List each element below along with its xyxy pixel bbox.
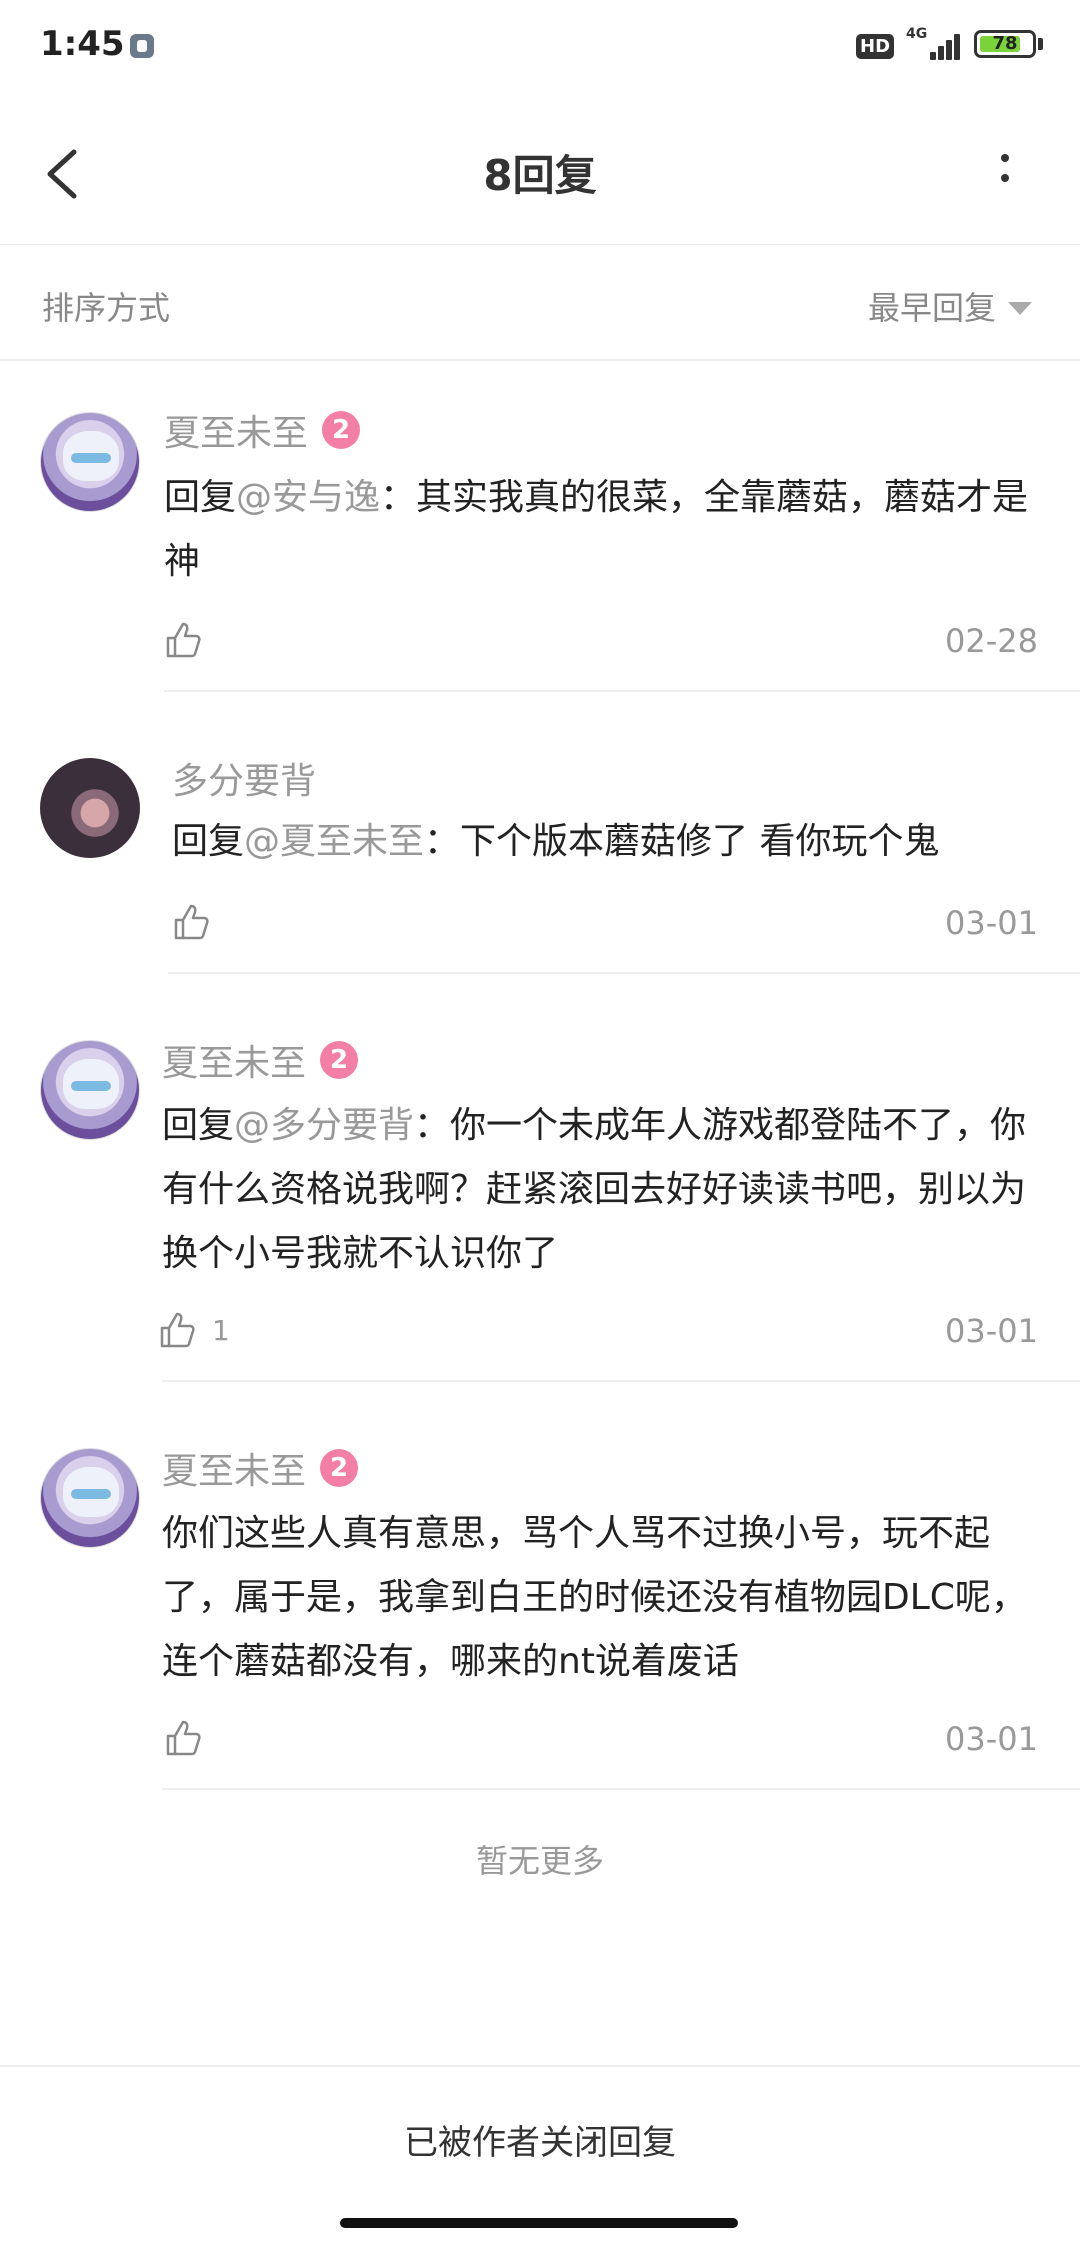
page-title: 8回复 [483,151,597,200]
reply-text: 你们这些人真有意思，骂个人骂不过换小号，玩不起了，属于是，我拿到白王的时候还没有… [162,1513,1027,1682]
reply-date: 03-01 [945,1720,1038,1758]
sort-dropdown[interactable]: 最早回复 [868,283,1032,329]
thumbs-up-icon[interactable] [172,902,212,942]
username[interactable]: 多分要背 [172,752,316,804]
mention-link[interactable]: @安与逸 [236,477,380,518]
username-row: 夏至未至 2 [162,1442,359,1494]
no-more-label: 暂无更多 [475,1842,604,1880]
like-count: 1 [212,1314,230,1347]
avatar[interactable] [40,1040,140,1140]
reply-content[interactable]: 回复@安与逸：其实我真的很菜，全靠蘑菇，蘑菇才是神 [164,466,1044,594]
username[interactable]: 夏至未至 [164,404,308,456]
more-vertical-icon [1001,154,1009,162]
reply-item[interactable]: 夏至未至 2 你们这些人真有意思，骂个人骂不过换小号，玩不起了，属于是，我拿到白… [0,1382,1080,1792]
reply-date: 03-01 [945,904,1038,942]
caret-down-icon [1008,301,1032,315]
avatar[interactable] [40,412,140,512]
username-row: 多分要背 [172,752,316,804]
notification-app-icon [130,34,154,58]
header: 8回复 [0,96,1080,245]
level-badge: 2 [322,411,361,449]
bottom-bar: 已被作者关闭回复 [0,2065,1080,2207]
sort-bar: 排序方式 最早回复 [0,245,1080,361]
reply-content[interactable]: 你们这些人真有意思，骂个人骂不过换小号，玩不起了，属于是，我拿到白王的时候还没有… [162,1502,1040,1694]
level-badge: 2 [320,1449,359,1487]
reply-item[interactable]: 夏至未至 2 回复@多分要背：你一个未成年人游戏都登陆不了，你有什么资格说我啊？… [0,974,1080,1382]
thumbs-up-icon[interactable] [164,1718,204,1758]
thumbs-up-icon[interactable] [158,1310,198,1350]
battery-tip [1038,38,1043,50]
reply-prefix: 回复 [172,821,245,862]
username-row: 夏至未至 2 [162,1034,359,1086]
status-time: 1:45 [40,24,125,64]
mention-link[interactable]: @夏至未至 [244,821,424,862]
reply-content[interactable]: 回复@夏至未至：下个版本蘑菇修了 看你玩个鬼 [172,810,1042,874]
level-badge: 2 [320,1041,359,1079]
avatar[interactable] [40,1448,140,1548]
reply-prefix: 回复 [162,1105,235,1146]
replies-closed-label: 已被作者关闭回复 [404,2123,676,2163]
sort-label: 排序方式 [42,289,171,327]
reply-date: 02-28 [945,622,1038,660]
thumbs-up-icon[interactable] [164,620,204,660]
battery-level: 78 [992,33,1018,54]
home-indicator[interactable] [340,2218,738,2228]
sort-value: 最早回复 [867,289,996,327]
avatar[interactable] [40,758,140,858]
reply-content[interactable]: 回复@多分要背：你一个未成年人游戏都登陆不了，你有什么资格说我啊？赶紧滚回去好好… [162,1094,1040,1286]
status-bar: 1:45 HD 4G 78 [0,0,1080,96]
username-row: 夏至未至 2 [164,404,361,456]
more-button[interactable] [985,144,1025,204]
reply-prefix: 回复 [164,477,237,518]
battery-icon: 78 [974,30,1036,58]
reply-item[interactable]: 夏至未至 2 回复@安与逸：其实我真的很菜，全靠蘑菇，蘑菇才是神 02-28 [0,360,1080,692]
signal-icon [922,30,962,60]
username[interactable]: 夏至未至 [162,1034,306,1086]
reply-text: ：下个版本蘑菇修了 看你玩个鬼 [424,821,940,862]
hd-icon: HD [856,34,895,59]
mention-link[interactable]: @多分要背 [234,1105,414,1146]
reply-item[interactable]: 多分要背 回复@夏至未至：下个版本蘑菇修了 看你玩个鬼 03-01 [0,692,1080,974]
reply-date: 03-01 [945,1312,1038,1350]
username[interactable]: 夏至未至 [162,1442,306,1494]
divider [162,1788,1080,1790]
